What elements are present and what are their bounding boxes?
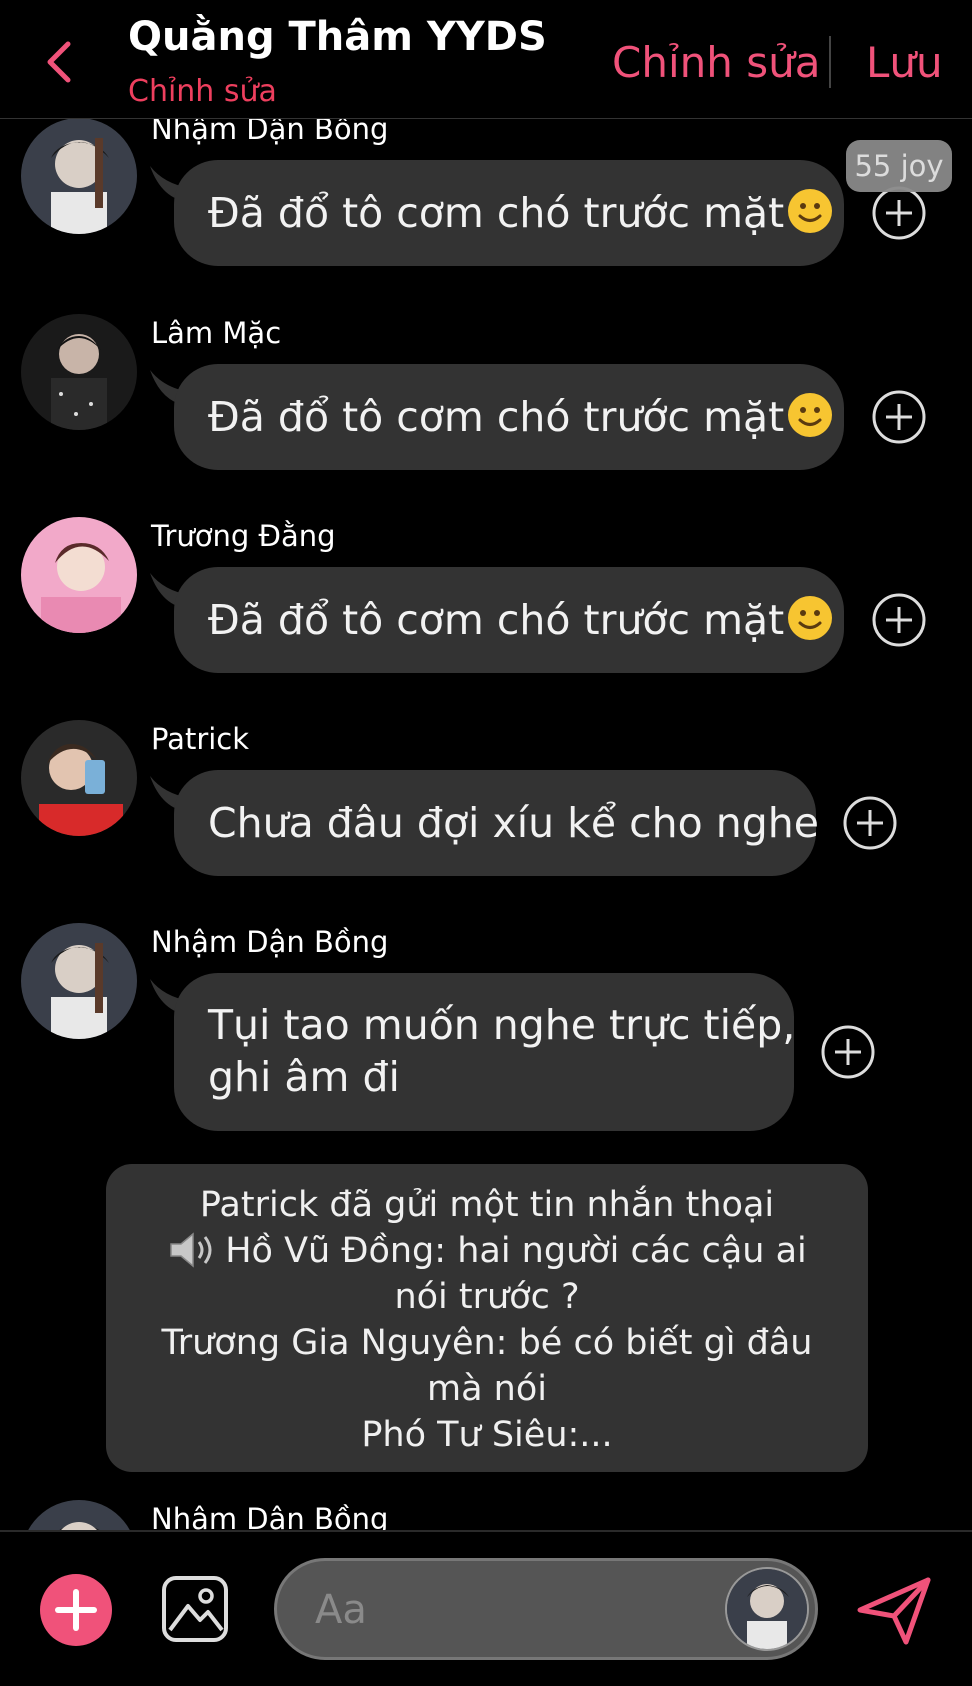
message-row: Nhậm Dận Bồng Đã đổ tô cơm chó trước mặt xyxy=(0,108,972,278)
system-line: Patrick đã gửi một tin nhắn thoại xyxy=(199,1185,775,1225)
message-row: Trương Đằng Đã đổ tô cơm chó trước mặt xyxy=(0,515,972,685)
chat-subtitle: Chỉnh sửa xyxy=(128,74,277,109)
message-row: Patrick Chưa đâu đợi xíu kể cho nghe xyxy=(0,718,972,888)
message-input-wrapper[interactable] xyxy=(274,1558,818,1660)
message-bubble[interactable]: Chưa đâu đợi xíu kể cho nghe xyxy=(174,770,819,876)
message-text: Đã đổ tô cơm chó trước mặt xyxy=(208,189,785,237)
message-text: Chưa đâu đợi xíu kể cho nghe xyxy=(208,799,819,847)
speaker-icon xyxy=(170,1232,212,1268)
message-text-line: Tụi tao muốn nghe trực tiếp, xyxy=(208,1001,796,1049)
avatar[interactable] xyxy=(21,314,137,430)
avatar[interactable] xyxy=(21,517,137,633)
header-divider xyxy=(829,36,831,88)
reaction-badge[interactable]: 55 joy xyxy=(846,140,952,192)
message-bubble[interactable]: Đã đổ tô cơm chó trước mặt xyxy=(174,364,844,470)
message-text-line: ghi âm đi xyxy=(208,1053,400,1101)
chat-header: Quằng Thâm YYDS Chỉnh sửa Chỉnh sửa Lưu xyxy=(0,0,972,119)
chat-title: Quằng Thâm YYDS xyxy=(128,14,547,60)
message-row: Lâm Mặc Đã đổ tô cơm chó trước mặt xyxy=(0,312,972,482)
message-bubble[interactable]: Tụi tao muốn nghe trực tiếp, ghi âm đi xyxy=(174,973,796,1131)
smiling-face-emoji-icon xyxy=(788,393,833,437)
system-line: mà nói xyxy=(427,1369,547,1409)
smiling-face-emoji-icon xyxy=(788,189,833,233)
message-bubble[interactable]: Đã đổ tô cơm chó trước mặt xyxy=(174,567,844,673)
image-gallery-icon[interactable] xyxy=(160,1574,230,1644)
add-reaction-icon[interactable] xyxy=(871,389,927,445)
message-text: Đã đổ tô cơm chó trước mặt xyxy=(208,393,785,441)
composer-bar xyxy=(0,1530,972,1686)
sender-name: Lâm Mặc xyxy=(151,316,282,350)
system-message-box[interactable]: Patrick đã gửi một tin nhắn thoại Hồ Vũ … xyxy=(106,1164,868,1472)
system-line-with-icon: Hồ Vũ Đồng: hai người các cậu ai xyxy=(106,1228,868,1274)
save-button[interactable]: Lưu xyxy=(866,38,943,87)
message-input[interactable] xyxy=(313,1583,697,1637)
sender-avatar-toggle[interactable] xyxy=(725,1567,809,1651)
system-line-text: Hồ Vũ Đồng: hai người các cậu ai xyxy=(225,1231,807,1271)
message-row: Nhậm Dận Bồng Tụi tao muốn nghe trực tiế… xyxy=(0,921,972,1141)
avatar[interactable] xyxy=(21,720,137,836)
edit-button[interactable]: Chỉnh sửa xyxy=(612,38,820,87)
sender-name: Patrick xyxy=(151,722,250,756)
add-reaction-icon[interactable] xyxy=(871,185,927,241)
add-reaction-icon[interactable] xyxy=(871,592,927,648)
system-line: Trương Gia Nguyên: bé có biết gì đâu xyxy=(161,1323,813,1363)
message-bubble[interactable]: Đã đổ tô cơm chó trước mặt xyxy=(174,160,844,266)
add-reaction-icon[interactable] xyxy=(820,1024,876,1080)
back-chevron-icon[interactable] xyxy=(40,38,80,86)
plus-icon xyxy=(55,1589,97,1631)
add-reaction-icon[interactable] xyxy=(842,795,898,851)
message-text: Đã đổ tô cơm chó trước mặt xyxy=(208,596,785,644)
sender-name: Nhậm Dận Bồng xyxy=(151,925,389,959)
add-button[interactable] xyxy=(40,1574,112,1646)
system-line: Phó Tư Siêu:... xyxy=(361,1415,613,1455)
send-icon[interactable] xyxy=(854,1574,934,1648)
smiling-face-emoji-icon xyxy=(788,596,833,640)
system-line: nói trước ? xyxy=(394,1277,580,1317)
avatar[interactable] xyxy=(21,118,137,234)
sender-name: Trương Đằng xyxy=(151,519,336,553)
avatar[interactable] xyxy=(21,923,137,1039)
